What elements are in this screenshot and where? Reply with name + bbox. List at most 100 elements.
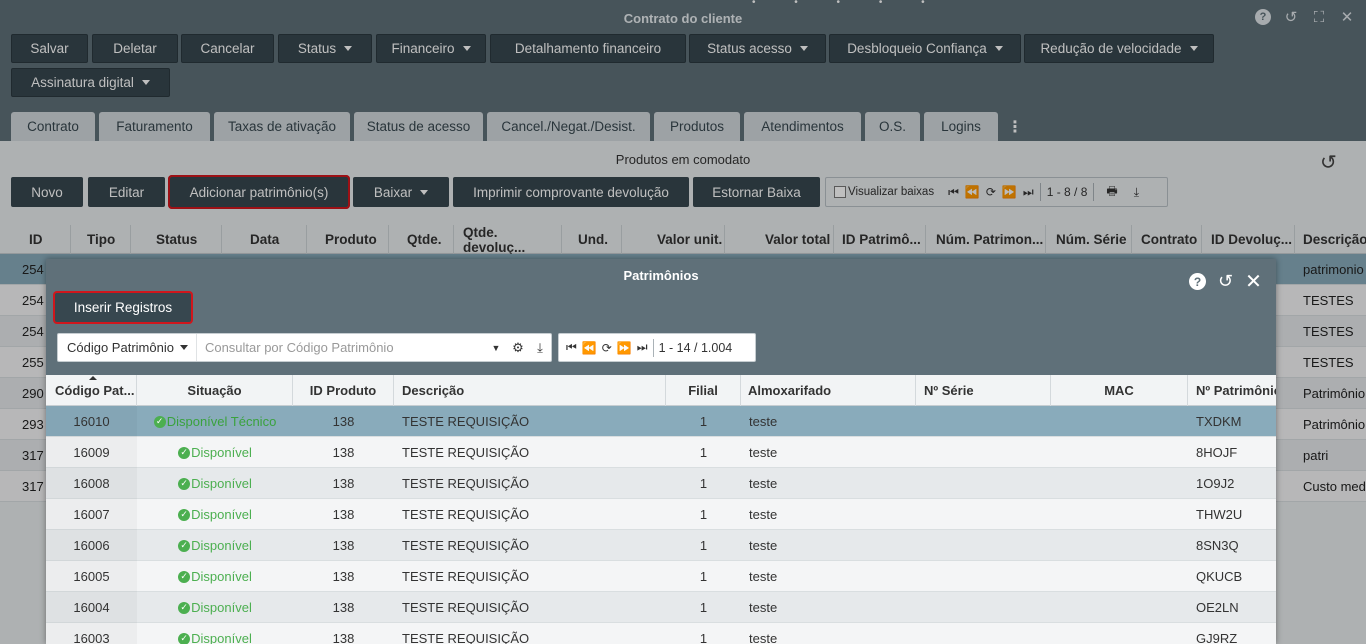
download-icon[interactable]: ⤓ (529, 340, 551, 356)
search-input[interactable] (196, 340, 485, 355)
status-badge: ✓ Disponível (178, 538, 252, 553)
cell-codigo: 16006 (46, 530, 137, 561)
table-row[interactable]: 16003 ✓ Disponível 138 TESTE REQUISIÇÃO 1 test… (46, 623, 1276, 644)
status-badge: ✓ Disponível Técnico (153, 414, 277, 429)
cell-serie (916, 592, 1051, 623)
modal-title: Patrimônios (623, 268, 699, 283)
cell-situacao: ✓ Disponível (137, 623, 293, 644)
cell-codigo: 16003 (46, 623, 137, 644)
first-page-icon[interactable]: ⏮ (566, 340, 577, 355)
status-badge: ✓ Disponível (178, 600, 252, 615)
status-text: Disponível (191, 538, 252, 553)
cell-serie (916, 499, 1051, 530)
status-text: Disponível (191, 569, 252, 584)
cell-serie (916, 406, 1051, 437)
cell-situacao: ✓ Disponível (137, 499, 293, 530)
status-text: Disponível (191, 476, 252, 491)
table-row[interactable]: 16005 ✓ Disponível 138 TESTE REQUISIÇÃO 1 test… (46, 561, 1276, 592)
cell-situacao: ✓ Disponível (137, 530, 293, 561)
chevron-down-icon (179, 345, 188, 350)
status-badge: ✓ Disponível (178, 476, 252, 491)
table-row[interactable]: 16010 ✓ Disponível Técnico 138 TESTE REQUISI… (46, 406, 1276, 437)
col-situacao[interactable]: Situação (137, 375, 293, 406)
cell-descricao: TESTE REQUISIÇÃO (402, 600, 530, 615)
status-text: Disponível (191, 631, 252, 644)
check-circle-icon: ✓ (153, 415, 166, 428)
table-row[interactable]: 16007 ✓ Disponível 138 TESTE REQUISIÇÃO 1 test… (46, 499, 1276, 530)
cell-almoxarifado: teste (749, 538, 778, 553)
close-icon[interactable]: ✕ (1245, 269, 1262, 294)
status-text: Disponível Técnico (166, 414, 277, 429)
col-serie[interactable]: Nº Série (916, 375, 1051, 406)
table-row[interactable]: 16004 ✓ Disponível 138 TESTE REQUISIÇÃO 1 test… (46, 592, 1276, 623)
check-circle-icon: ✓ (178, 446, 191, 459)
patrimonios-grid-header: Código Pat... Situação ID Produto Descri… (46, 375, 1276, 406)
inserir-label: Inserir Registros (73, 300, 173, 315)
cell-id-produto: 138 (332, 600, 355, 615)
cell-id-produto: 138 (332, 631, 355, 644)
patrimonios-modal: Patrimônios ? ↺ ✕ Inserir Registros Códi… (46, 259, 1276, 644)
prev-page-icon[interactable]: ⏪ (582, 341, 597, 355)
col-mac[interactable]: MAC (1051, 375, 1188, 406)
table-row[interactable]: 16008 ✓ Disponível 138 TESTE REQUISIÇÃO 1 test… (46, 468, 1276, 499)
cell-descricao: TESTE REQUISIÇÃO (402, 476, 530, 491)
cell-mac (1051, 499, 1188, 530)
pager-text: 1 - 14 / 1.004 (658, 340, 733, 355)
cell-patrimonio: 1O9J2 (1196, 476, 1235, 491)
cell-patrimonio: THW2U (1196, 507, 1243, 522)
cell-filial: 1 (699, 631, 708, 644)
search-box: Código Patrimônio ▼ ⚙ ⤓ (57, 333, 552, 362)
inserir-registros-button[interactable]: Inserir Registros (55, 293, 191, 322)
table-row[interactable]: 16006 ✓ Disponível 138 TESTE REQUISIÇÃO 1 test… (46, 530, 1276, 561)
col-id-produto[interactable]: ID Produto (293, 375, 394, 406)
divider (652, 338, 654, 357)
cell-descricao: TESTE REQUISIÇÃO (402, 507, 530, 522)
status-badge: ✓ Disponível (178, 569, 252, 584)
col-filial[interactable]: Filial (666, 375, 741, 406)
col-codigo[interactable]: Código Pat... (46, 375, 137, 406)
cell-serie (916, 437, 1051, 468)
col-descricao[interactable]: Descrição (394, 375, 666, 406)
status-badge: ✓ Disponível (178, 445, 252, 460)
next-page-icon[interactable]: ⏩ (617, 341, 632, 355)
cell-filial: 1 (699, 538, 708, 553)
cell-id-produto: 138 (332, 569, 355, 584)
refresh-icon[interactable]: ⟳ (602, 341, 612, 355)
modal-pager: ⏮ ⏪ ⟳ ⏩ ⏭ 1 - 14 / 1.004 (558, 333, 756, 362)
search-field-select[interactable]: Código Patrimônio (58, 334, 197, 361)
table-row[interactable]: 16009 ✓ Disponível 138 TESTE REQUISIÇÃO 1 test… (46, 437, 1276, 468)
cell-serie (916, 623, 1051, 644)
cell-almoxarifado: teste (749, 631, 778, 644)
status-badge: ✓ Disponível (178, 507, 252, 522)
last-page-icon[interactable]: ⏭ (637, 340, 648, 355)
cell-filial: 1 (699, 476, 708, 491)
col-almoxarifado[interactable]: Almoxarifado (741, 375, 916, 406)
chevron-down-icon[interactable]: ▼ (485, 343, 507, 353)
cell-descricao: TESTE REQUISIÇÃO (402, 631, 530, 644)
cell-almoxarifado: teste (749, 414, 778, 429)
cell-situacao: ✓ Disponível (137, 468, 293, 499)
cell-filial: 1 (699, 569, 708, 584)
cell-codigo: 16005 (46, 561, 137, 592)
help-icon[interactable]: ? (1189, 273, 1206, 290)
cell-descricao: TESTE REQUISIÇÃO (402, 538, 530, 553)
cell-id-produto: 138 (332, 507, 355, 522)
cell-codigo: 16007 (46, 499, 137, 530)
history-icon[interactable]: ↺ (1218, 271, 1233, 292)
cell-situacao: ✓ Disponível Técnico (137, 406, 293, 437)
cell-id-produto: 138 (332, 414, 355, 429)
cell-codigo: 16009 (46, 437, 137, 468)
cell-mac (1051, 468, 1188, 499)
cell-id-produto: 138 (332, 476, 355, 491)
col-patrimonio[interactable]: Nº Patrimônio (1188, 375, 1276, 406)
cell-patrimonio: QKUCB (1196, 569, 1243, 584)
settings-icon[interactable]: ⚙ (507, 340, 529, 356)
cell-mac (1051, 530, 1188, 561)
cell-almoxarifado: teste (749, 445, 778, 460)
cell-almoxarifado: teste (749, 600, 778, 615)
cell-serie (916, 468, 1051, 499)
cell-patrimonio: 8HOJF (1196, 445, 1238, 460)
status-text: Disponível (191, 600, 252, 615)
cell-filial: 1 (699, 414, 708, 429)
modal-controls: ? ↺ ✕ (1189, 269, 1262, 294)
